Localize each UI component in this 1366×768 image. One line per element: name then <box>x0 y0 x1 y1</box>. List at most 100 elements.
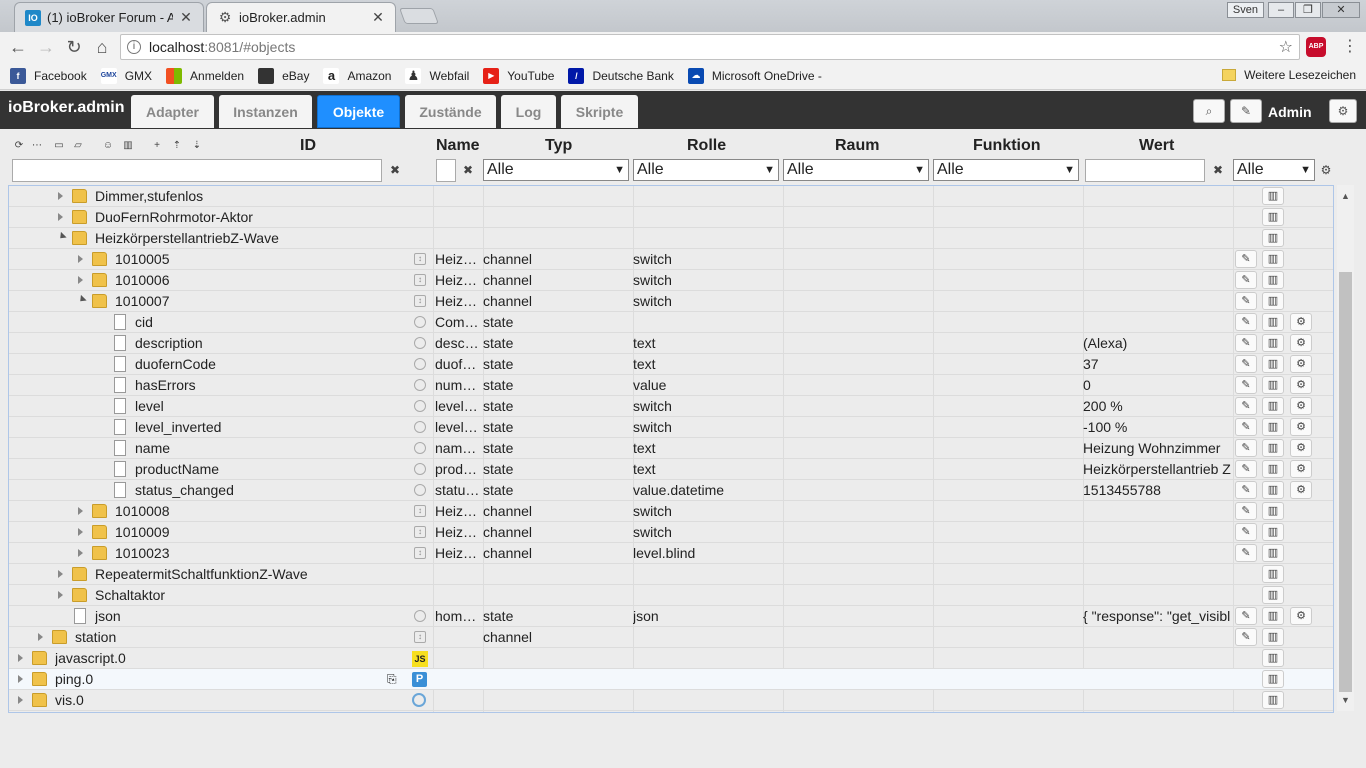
address-bar[interactable]: i localhost :8081/#objects ☆ <box>120 34 1300 60</box>
bookmark-ebay[interactable]: eBay <box>258 67 309 84</box>
object-id[interactable]: javascript.0 <box>55 648 126 669</box>
tree-row[interactable]: DuoFernRohrmotor-Aktor ▥ <box>9 207 1333 228</box>
tab-instanzen[interactable]: Instanzen <box>219 95 312 128</box>
column-wert[interactable]: Wert <box>1139 137 1174 155</box>
trash-icon[interactable]: ▥ <box>1262 229 1284 247</box>
scroll-down-icon[interactable]: ▼ <box>1341 695 1350 705</box>
object-id[interactable]: level_inverted <box>135 417 221 438</box>
tree-row[interactable]: ping.0 ⎘ P ▥ <box>9 669 1333 690</box>
back-icon[interactable]: ← <box>4 33 32 61</box>
tab-adapter[interactable]: Adapter <box>131 95 214 128</box>
tree-row[interactable]: description desc… state text (Alexa) ✎ ▥ ⚙ <box>9 333 1333 354</box>
browser-user-badge[interactable]: Sven <box>1226 2 1264 18</box>
window-close-icon[interactable]: ✕ <box>1322 2 1360 18</box>
filter-settings-icon[interactable]: ⚙ <box>1319 163 1333 177</box>
edit-icon[interactable]: ✎ <box>1235 250 1257 268</box>
tree-row[interactable]: vis.0 ▥ <box>9 690 1333 711</box>
object-id[interactable]: duofernCode <box>135 354 216 375</box>
collapsed-arrow-icon[interactable] <box>38 633 43 641</box>
rolle-filter-select[interactable]: Alle ▼ <box>633 159 779 181</box>
tab-skripte[interactable]: Skripte <box>561 95 638 128</box>
edit-icon[interactable]: ✎ <box>1235 460 1257 478</box>
gear-icon[interactable]: ⚙ <box>1290 481 1312 499</box>
collapsed-arrow-icon[interactable] <box>58 570 63 578</box>
object-id[interactable]: description <box>135 333 203 354</box>
object-id[interactable]: level <box>135 396 164 417</box>
gear-icon[interactable]: ⚙ <box>1290 334 1312 352</box>
home-icon[interactable]: ⌂ <box>88 33 116 61</box>
browser-tab-forum[interactable]: IO (1) ioBroker Forum - Ant ✕ <box>14 2 204 32</box>
user-icon[interactable]: ☺ <box>101 139 115 153</box>
object-id[interactable]: station <box>75 627 116 648</box>
trash-icon[interactable]: ▥ <box>1262 628 1284 646</box>
trash-icon[interactable]: ▥ <box>1262 397 1284 415</box>
bookmark-star-icon[interactable]: ☆ <box>1279 37 1293 57</box>
expand-folders-icon[interactable]: ▱ <box>71 139 85 153</box>
tab-zustaende[interactable]: Zustände <box>405 95 496 128</box>
trash-icon[interactable]: ▥ <box>1262 544 1284 562</box>
edit-icon[interactable]: ✎ <box>1235 628 1257 646</box>
trash-icon[interactable]: ▥ <box>1262 691 1284 709</box>
clear-icon[interactable]: ✖ <box>461 163 475 177</box>
trash-icon[interactable]: ▥ <box>1262 376 1284 394</box>
browser-tab-admin[interactable]: ⚙ ioBroker.admin ✕ <box>206 2 396 32</box>
tree-row[interactable]: Dimmer,stufenlos ▥ <box>9 186 1333 207</box>
trash-icon[interactable]: ▥ <box>1262 334 1284 352</box>
collapse-folders-icon[interactable]: ▭ <box>52 139 66 153</box>
object-id[interactable]: json <box>95 606 121 627</box>
tree-row[interactable]: javascript.0 JS ▥ <box>9 648 1333 669</box>
column-name[interactable]: Name <box>436 137 480 155</box>
scrollbar-thumb[interactable] <box>1339 272 1352 692</box>
scroll-up-icon[interactable]: ▲ <box>1341 191 1350 201</box>
collapsed-arrow-icon[interactable] <box>78 255 83 263</box>
clipboard-icon[interactable]: ⎘ <box>387 669 397 690</box>
other-bookmarks[interactable]: Weitere Lesezeichen <box>1222 68 1356 82</box>
tree-row[interactable]: name nam… state text Heizung Wohnzimmer ✎ ▥ ⚙ <box>9 438 1333 459</box>
trash-icon[interactable]: ▥ <box>1262 292 1284 310</box>
trash-icon[interactable]: ▥ <box>1262 481 1284 499</box>
upload-icon[interactable]: ⇡ <box>170 139 184 153</box>
tree-row[interactable]: 1010023 ↕ Heiz… channel level.blind ✎ ▥ <box>9 543 1333 564</box>
bookmark-onedrive[interactable]: ☁ Microsoft OneDrive - <box>687 67 822 84</box>
bookmark-deutsche-bank[interactable]: / Deutsche Bank <box>568 67 674 84</box>
trash-icon[interactable]: ▥ <box>1262 649 1284 667</box>
column-funktion[interactable]: Funktion <box>973 137 1041 155</box>
collapsed-arrow-icon[interactable] <box>78 549 83 557</box>
clear-icon[interactable]: ✖ <box>1211 163 1225 177</box>
collapsed-arrow-icon[interactable] <box>18 696 23 704</box>
gear-icon[interactable]: ⚙ <box>1290 418 1312 436</box>
object-id[interactable]: 1010008 <box>115 501 170 522</box>
scrollbar[interactable]: ▲ ▼ <box>1337 185 1354 711</box>
wert-filter-input[interactable] <box>1085 159 1205 182</box>
tree-row[interactable]: HeizkörperstellantriebZ-Wave ▥ <box>9 228 1333 249</box>
bookmark-gmx[interactable]: GMX GMX <box>100 67 152 84</box>
column-rolle[interactable]: Rolle <box>687 137 726 155</box>
collapsed-arrow-icon[interactable] <box>58 213 63 221</box>
column-typ[interactable]: Typ <box>545 137 572 155</box>
trash-icon[interactable]: ▥ <box>1262 313 1284 331</box>
object-id[interactable]: HeizkörperstellantriebZ-Wave <box>95 228 279 249</box>
user-name[interactable]: Admin <box>1268 104 1312 120</box>
gear-icon[interactable]: ⚙ <box>1290 397 1312 415</box>
bookmark-facebook[interactable]: f Facebook <box>10 67 87 84</box>
collapsed-arrow-icon[interactable] <box>78 507 83 515</box>
edit-icon[interactable]: ✎ <box>1235 355 1257 373</box>
download-icon[interactable]: ⇣ <box>190 139 204 153</box>
gear-icon[interactable]: ⚙ <box>1290 313 1312 331</box>
gear-icon[interactable]: ⚙ <box>1290 376 1312 394</box>
edit-icon[interactable]: ✎ <box>1235 523 1257 541</box>
id-filter-input[interactable] <box>12 159 382 182</box>
clear-icon[interactable]: ✖ <box>388 163 402 177</box>
object-id[interactable]: 1010009 <box>115 522 170 543</box>
collapsed-arrow-icon[interactable] <box>18 654 23 662</box>
object-id[interactable]: RepeatermitSchaltfunktionZ-Wave <box>95 564 308 585</box>
edit-icon[interactable]: ✎ <box>1230 99 1262 123</box>
object-id[interactable]: status_changed <box>135 480 234 501</box>
collapsed-arrow-icon[interactable] <box>18 675 23 683</box>
tree-row[interactable]: 1010005 ↕ Heiz… channel switch ✎ ▥ <box>9 249 1333 270</box>
name-filter-input[interactable] <box>436 159 456 182</box>
gear-icon[interactable]: ⚙ <box>1290 439 1312 457</box>
new-tab-button[interactable] <box>399 8 439 24</box>
object-id[interactable]: Schaltaktor <box>95 585 165 606</box>
info-icon[interactable]: i <box>127 40 141 54</box>
